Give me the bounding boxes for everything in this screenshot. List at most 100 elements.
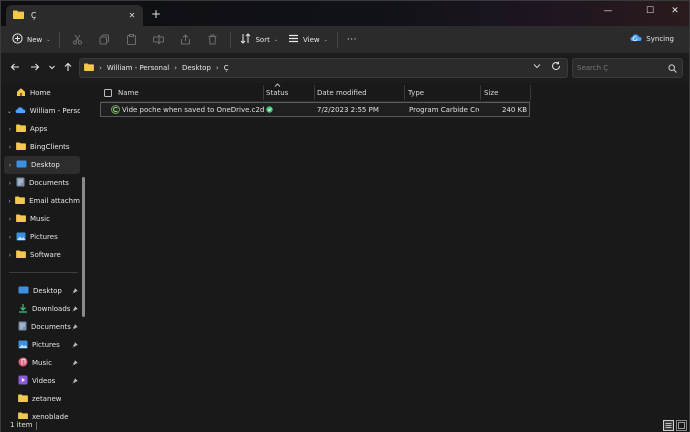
sidebar-label: Downloads [32, 305, 71, 313]
desktop-icon [18, 286, 29, 296]
breadcrumb-onedrive[interactable]: William - Personal [107, 64, 169, 72]
column-header-name[interactable]: Name [118, 87, 139, 99]
chevron-down-icon [48, 63, 56, 74]
chevron-right-icon[interactable]: › [4, 144, 16, 151]
video-icon [18, 375, 28, 387]
pin-icon[interactable] [72, 305, 79, 314]
new-tab-button[interactable]: + [149, 7, 163, 21]
quick-access-videos[interactable]: Videos [4, 372, 80, 390]
tab-current[interactable]: Ç ✕ [6, 5, 143, 26]
sort-button[interactable]: Sort ⌄ [235, 29, 283, 51]
pin-icon[interactable] [72, 359, 79, 368]
pin-icon[interactable] [72, 377, 79, 386]
chevron-right-icon[interactable]: › [4, 180, 16, 187]
sidebar-item-apps[interactable]: › Apps [4, 120, 80, 138]
plus-circle-icon [12, 33, 23, 46]
sidebar-item-home[interactable]: Home [4, 84, 80, 102]
pin-icon[interactable] [72, 287, 79, 296]
new-button[interactable]: New ⌄ [7, 29, 55, 51]
tab-title: Ç [31, 11, 37, 20]
up-button[interactable] [61, 61, 75, 75]
select-all-checkbox[interactable] [104, 87, 112, 99]
quick-access-zetanew[interactable]: zetanew [4, 390, 80, 408]
tiles-view-button[interactable] [676, 420, 687, 431]
copy-icon [99, 34, 110, 45]
onedrive-icon [15, 106, 26, 116]
sidebar-item-documents[interactable]: › Documents [4, 174, 80, 192]
file-row[interactable]: Vide poche when saved to OneDrive.c2d 7/… [100, 102, 530, 117]
copy-button[interactable] [91, 29, 118, 51]
quick-access-music[interactable]: Music [4, 354, 80, 372]
sidebar-label: zetanew [32, 395, 62, 403]
column-header-size[interactable]: Size [484, 87, 498, 99]
column-divider[interactable] [404, 85, 405, 100]
quick-access-pictures[interactable]: Pictures [4, 336, 80, 354]
more-options-button[interactable]: ··· [342, 29, 362, 51]
sidebar-item-email-attachments[interactable]: › Email attachme [4, 192, 80, 210]
sidebar-item-software[interactable]: › Software [4, 246, 80, 264]
sidebar-item-music[interactable]: › Music [4, 210, 80, 228]
refresh-button[interactable] [551, 61, 561, 74]
folder-icon [16, 124, 26, 134]
address-history-icon[interactable] [533, 63, 541, 71]
address-bar[interactable]: › William - Personal › Desktop › Ç [79, 58, 568, 78]
folder-icon [18, 394, 28, 404]
chevron-down-icon[interactable]: ⌄ [4, 108, 15, 115]
view-button[interactable]: View ⌄ [283, 29, 333, 51]
quick-access-desktop[interactable]: Desktop [4, 282, 80, 300]
quick-access-xenoblade[interactable]: xenoblade [4, 408, 80, 419]
quick-access-downloads[interactable]: Downloads [4, 300, 80, 318]
view-label: View [303, 35, 320, 44]
column-divider[interactable] [530, 85, 531, 100]
delete-button[interactable] [199, 29, 226, 51]
recent-locations-button[interactable] [45, 61, 59, 75]
search-input[interactable] [577, 64, 667, 72]
chevron-right-icon[interactable]: › [4, 126, 16, 133]
toolbar-divider [59, 31, 61, 48]
sidebar-label: Home [30, 89, 51, 97]
chevron-right-icon[interactable]: › [4, 198, 15, 205]
chevron-right-icon[interactable]: › [4, 216, 16, 223]
arrow-up-icon [63, 62, 73, 75]
back-button[interactable] [8, 61, 22, 75]
minimize-button[interactable]: — [593, 1, 623, 21]
cut-button[interactable] [64, 29, 91, 51]
pictures-icon [16, 232, 26, 243]
column-divider[interactable] [263, 85, 264, 100]
forward-button[interactable] [28, 61, 42, 75]
breadcrumb-desktop[interactable]: Desktop [182, 64, 211, 72]
sidebar-divider [9, 272, 78, 273]
chevron-down-icon: ⌄ [323, 36, 328, 43]
sidebar-scrollbar[interactable] [82, 177, 85, 317]
close-window-button[interactable]: ✕ [660, 1, 690, 21]
pin-icon[interactable] [72, 323, 79, 332]
column-divider[interactable] [480, 85, 481, 100]
column-divider[interactable] [314, 85, 315, 100]
sync-status-icon [266, 103, 273, 116]
explorer-window: Ç ✕ + — ☐ ✕ New ⌄ Sort ⌄ View ⌄ ··· Sync… [0, 0, 690, 432]
column-header-type[interactable]: Type [408, 87, 424, 99]
sidebar-item-pictures[interactable]: › Pictures [4, 228, 80, 246]
quick-access-documents[interactable]: Documents [4, 318, 80, 336]
paste-button[interactable] [118, 29, 145, 51]
file-size: 240 KB [502, 105, 527, 114]
column-header-status[interactable]: Status [266, 87, 288, 99]
pin-icon[interactable] [72, 341, 79, 350]
share-button[interactable] [172, 29, 199, 51]
chevron-right-icon[interactable]: › [4, 252, 16, 259]
breadcrumb-current[interactable]: Ç [224, 64, 229, 72]
column-header-date[interactable]: Date modified [317, 87, 367, 99]
sidebar-item-bingclients[interactable]: › BingClients [4, 138, 80, 156]
sidebar-item-onedrive[interactable]: ⌄ William - Person [4, 102, 80, 120]
download-icon [18, 303, 28, 315]
sidebar-label: Music [32, 359, 52, 367]
chevron-right-icon[interactable]: › [4, 162, 16, 169]
file-list: Name Status Date modified Type Size Vide… [93, 83, 689, 419]
chevron-right-icon[interactable]: › [4, 234, 16, 241]
rename-button[interactable] [145, 29, 172, 51]
search-box[interactable] [572, 58, 683, 78]
sidebar-item-desktop[interactable]: › Desktop [4, 156, 80, 174]
tab-close-icon[interactable]: ✕ [124, 11, 140, 20]
sync-status-button[interactable]: Syncing [625, 28, 679, 50]
details-view-button[interactable] [663, 420, 674, 431]
